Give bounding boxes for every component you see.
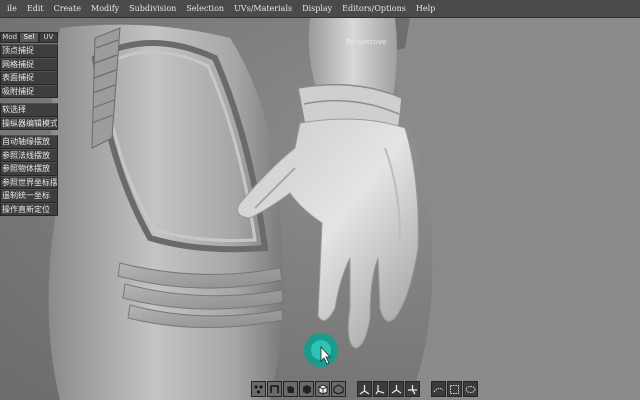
tab-sel[interactable]: Sel [19,32,39,43]
tab-mod[interactable]: Mod [0,32,20,43]
side-panel: Mod Sel UV 顶点捕捉 网格捕捉 表面捕捉 吸附捕捉 软选择 操纵器编辑… [0,32,58,216]
unify-coord-button[interactable]: 遥制统一坐标 [0,189,58,203]
reposition-button[interactable]: 操作直新定位 [0,202,58,216]
menu-display[interactable]: Display [297,0,337,18]
grid-snap-icon [433,387,444,392]
placement-group: 自动轴缘摆放 参照法线摆放 参照物体摆放 参照世界坐标摆放 遥制统一坐标 操作直… [0,135,58,216]
cursor-indicator [304,333,338,367]
bottom-toolbar [251,380,478,398]
viewport-label: Perspective [346,38,387,46]
wireframe-mode-button[interactable] [331,381,346,397]
grid-snap-toggle[interactable] [431,381,446,397]
axis-scale-icon [391,384,402,393]
cube-mode-button[interactable] [315,381,330,397]
axis-move-icon [359,384,370,394]
menu-subdivision[interactable]: Subdivision [124,0,181,18]
soft-select-button[interactable]: 软选择 [0,103,58,117]
manipulator-edit-button[interactable]: 操纵器编辑模式 [0,116,58,130]
cube-mode-icon [318,384,328,394]
dotted-snap-toggle[interactable] [463,381,478,397]
axis-universal-icon [408,384,417,394]
menu-help[interactable]: Help [411,0,440,18]
snap-group: 顶点捕捉 网格捕捉 表面捕捉 吸附捕捉 [0,44,58,98]
axis-rotate-button[interactable] [373,381,388,397]
grid-snap-button[interactable]: 网格捕捉 [0,57,58,71]
axis-universal-button[interactable] [405,381,420,397]
object-mode-icon [303,384,311,394]
face-mode-button[interactable] [283,381,298,397]
panel-tabs: Mod Sel UV [0,32,58,43]
object-place-button[interactable]: 参照物体摆放 [0,162,58,176]
axis-scale-button[interactable] [389,381,404,397]
surface-snap-icon [450,384,459,394]
world-place-button[interactable]: 参照世界坐标摆放 [0,175,58,189]
menu-editors-options[interactable]: Editors/Options [337,0,411,18]
object-mode-button[interactable] [299,381,314,397]
menu-modify[interactable]: Modify [86,0,124,18]
dotted-snap-icon [465,385,476,393]
axis-move-button[interactable] [357,381,372,397]
edge-mode-icon [270,384,279,393]
tab-uv[interactable]: UV [38,32,58,43]
menu-selection[interactable]: Selection [181,0,229,18]
vertex-snap-button[interactable]: 顶点捕捉 [0,44,58,58]
menu-file[interactable]: ile [2,0,22,18]
body-garment [395,18,640,400]
wireframe-mode-icon [333,383,344,395]
axis-rotate-icon [375,384,385,394]
3d-viewport[interactable]: Perspective [0,18,640,400]
menu-create[interactable]: Create [49,0,86,18]
menu-edit[interactable]: Edit [22,0,49,18]
face-mode-icon [287,385,294,393]
edge-mode-button[interactable] [267,381,282,397]
menu-bar: ile Edit Create Modify Subdivision Selec… [0,0,640,18]
selection-group: 软选择 操纵器编辑模式 [0,103,58,130]
normal-place-button[interactable]: 参照法线摆放 [0,148,58,162]
attach-snap-button[interactable]: 吸附捕捉 [0,84,58,98]
surface-snap-button[interactable]: 表面捕捉 [0,71,58,85]
vertex-mode-button[interactable] [251,381,266,397]
auto-axis-place-button[interactable]: 自动轴缘摆放 [0,135,58,149]
menu-uvs-materials[interactable]: UVs/Materials [229,0,297,18]
vertex-mode-icon [254,385,263,393]
surface-snap-toggle[interactable] [447,381,462,397]
